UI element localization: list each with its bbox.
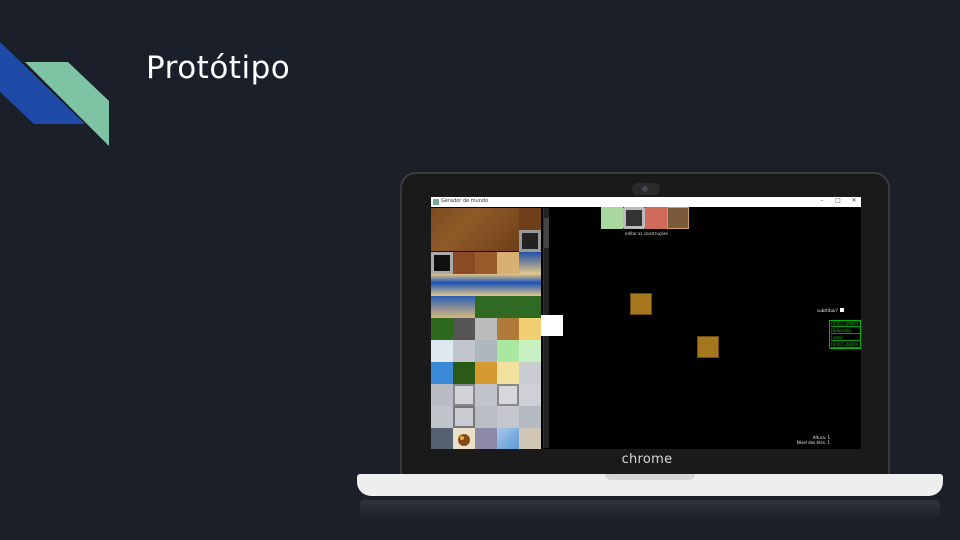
toolbar-tile-grass[interactable] (601, 207, 623, 229)
toolbar-tile-brick[interactable] (645, 207, 667, 229)
object-icon (458, 434, 470, 446)
slide: Protótipo chrome Gerador de mundo – □ ✕ (0, 0, 960, 540)
tile-sand[interactable] (497, 362, 519, 384)
tile-stone[interactable] (453, 340, 475, 362)
toolbar-tile-gear[interactable] (623, 207, 645, 229)
log-line: [0.0][1,00][0] (831, 321, 861, 327)
webcam-icon (632, 183, 660, 195)
tile-water[interactable] (497, 428, 519, 449)
laptop-reflection (360, 500, 940, 520)
maximize-icon[interactable]: □ (833, 197, 843, 204)
tile-grass[interactable] (475, 296, 541, 318)
log-line: [sem] (831, 335, 861, 341)
substitute-label: substituir? (817, 308, 838, 313)
tile-grass[interactable] (519, 340, 541, 362)
tile-dirt[interactable] (475, 252, 497, 274)
tile-stone[interactable] (453, 318, 475, 340)
tile-stone[interactable] (475, 406, 497, 428)
tile-water[interactable] (431, 274, 541, 296)
tile-water[interactable] (519, 252, 541, 274)
tile-water[interactable] (431, 362, 453, 384)
tile-stone[interactable] (431, 428, 453, 449)
substitute-checkbox[interactable] (840, 308, 844, 312)
toolbar-tile-wood[interactable] (667, 207, 689, 229)
tile-wood[interactable] (497, 318, 519, 340)
tile-stone[interactable] (453, 406, 475, 428)
log-line: [0.0][1,00][0] (831, 342, 861, 348)
tile-stone[interactable] (497, 406, 519, 428)
minimize-icon[interactable]: – (817, 197, 827, 204)
tile-hole[interactable] (519, 230, 541, 252)
tile-stone[interactable] (475, 384, 497, 406)
tile-grass[interactable] (453, 362, 475, 384)
tile-sand[interactable] (519, 318, 541, 340)
tile-stone[interactable] (475, 428, 497, 449)
tile-hole[interactable] (431, 252, 453, 274)
tile-stone[interactable] (453, 384, 475, 406)
tile-stone[interactable] (519, 384, 541, 406)
tile-stone[interactable] (519, 406, 541, 428)
window-titlebar: Gerador de mundo – □ ✕ (431, 197, 861, 207)
selected-tile-preview (541, 315, 563, 336)
tile-sand[interactable] (497, 252, 519, 274)
tile-grass[interactable] (497, 340, 519, 362)
toolbar-label: editar as construções (625, 231, 669, 236)
tile-dirt[interactable] (431, 208, 519, 251)
tile-stone[interactable] (519, 362, 541, 384)
tile-stone[interactable] (475, 318, 497, 340)
tile-ice[interactable] (431, 340, 453, 362)
map-tile[interactable] (697, 336, 719, 358)
log-panel: [0.0][1,00][0] [Eduardo] [sem] [0.0][1,0… (829, 320, 861, 349)
window-title: Gerador de mundo (441, 198, 489, 204)
laptop-base (357, 474, 943, 496)
tile-stone[interactable] (475, 340, 497, 362)
tile-water[interactable] (431, 296, 475, 318)
log-line: [Eduardo] (831, 328, 861, 334)
tile-object[interactable] (519, 428, 541, 449)
map-tile[interactable] (630, 293, 652, 315)
map-icon (433, 199, 439, 205)
tile-stone[interactable] (431, 406, 453, 428)
corner-decoration (0, 42, 109, 146)
tile-dirt[interactable] (519, 208, 541, 230)
tile-sand[interactable] (475, 362, 497, 384)
tile-dirt[interactable] (453, 252, 475, 274)
tile-object[interactable] (453, 428, 475, 449)
app-window: Gerador de mundo – □ ✕ editar as constru… (431, 197, 861, 449)
tile-stone[interactable] (497, 384, 519, 406)
tile-grass[interactable] (431, 318, 453, 340)
laptop-brand: chrome (621, 452, 673, 467)
close-icon[interactable]: ✕ (849, 197, 859, 204)
tile-palette[interactable] (431, 208, 541, 449)
tile-stone[interactable] (431, 384, 453, 406)
slide-title: Protótipo (146, 50, 291, 86)
scroll-thumb[interactable] (544, 218, 549, 248)
status-level: Nível dos tiles: 1 (796, 440, 830, 445)
